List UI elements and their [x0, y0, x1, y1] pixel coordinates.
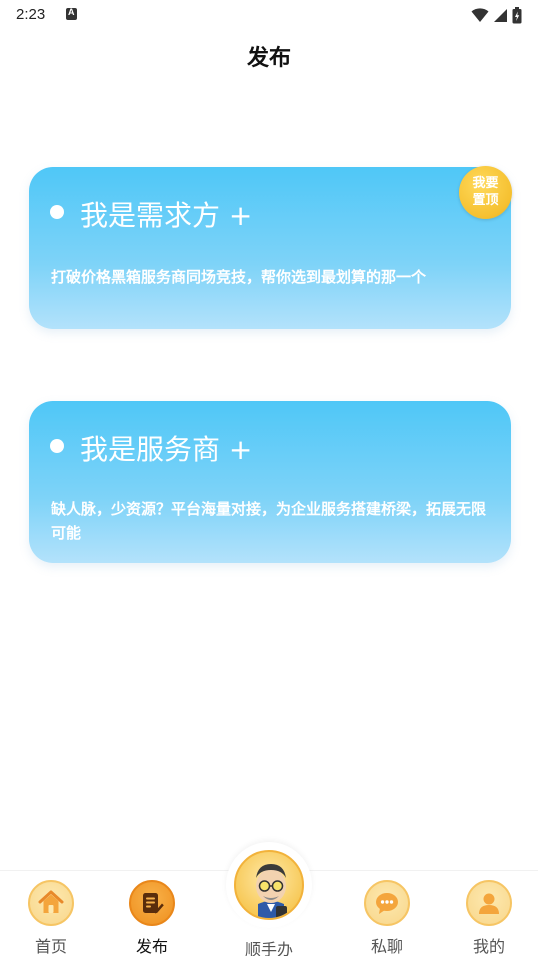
center-tab-label[interactable]: 顺手办	[226, 936, 312, 956]
card-description: 缺人脉，少资源？平台海量对接，为企业服务搭建桥梁，拓展无限可能	[51, 500, 487, 542]
mascot-icon	[234, 850, 304, 920]
tab-mine[interactable]: 我的	[444, 871, 534, 956]
bullet-dot	[50, 439, 64, 453]
pin-to-top-badge[interactable]: 我要 置顶	[459, 166, 512, 219]
tab-private-chat[interactable]: 私聊	[342, 871, 432, 956]
user-icon	[466, 880, 512, 926]
tab-home[interactable]: 首页	[6, 871, 96, 956]
publish-icon	[129, 880, 175, 926]
status-time: 2:23	[16, 6, 46, 23]
wifi-icon	[471, 8, 489, 22]
status-bar: 2:23	[0, 0, 538, 30]
status-indicators	[471, 6, 522, 24]
center-tab-quick-help[interactable]	[226, 842, 312, 928]
bullet-dot	[50, 205, 64, 219]
home-icon	[28, 880, 74, 926]
signal-icon	[494, 8, 507, 22]
card-title: 我是需求方 +	[80, 199, 253, 232]
tab-label: 发布	[135, 937, 168, 956]
pin-badge-line1: 我要	[472, 176, 499, 191]
page-title: 发布	[246, 46, 291, 71]
tab-label: 私聊	[370, 937, 403, 956]
tab-publish[interactable]: 发布	[107, 871, 197, 956]
tab-label: 首页	[34, 937, 67, 956]
service-provider-card[interactable]: 我是服务商 + 缺人脉，少资源？平台海量对接，为企业服务搭建桥梁，拓展无限可能	[29, 401, 511, 563]
battery-icon	[512, 6, 522, 23]
pin-badge-line2: 置顶	[472, 193, 499, 208]
chat-icon	[364, 880, 410, 926]
demand-side-card[interactable]: 我是需求方 + 打破价格黑箱服务商同场竞技，帮你选到最划算的那一个	[29, 167, 511, 329]
tab-label: 我的	[472, 937, 505, 956]
card-description: 打破价格黑箱服务商同场竞技，帮你选到最划算的那一个	[51, 268, 427, 286]
notification-icon	[66, 7, 77, 20]
card-title: 我是服务商 +	[80, 433, 253, 466]
